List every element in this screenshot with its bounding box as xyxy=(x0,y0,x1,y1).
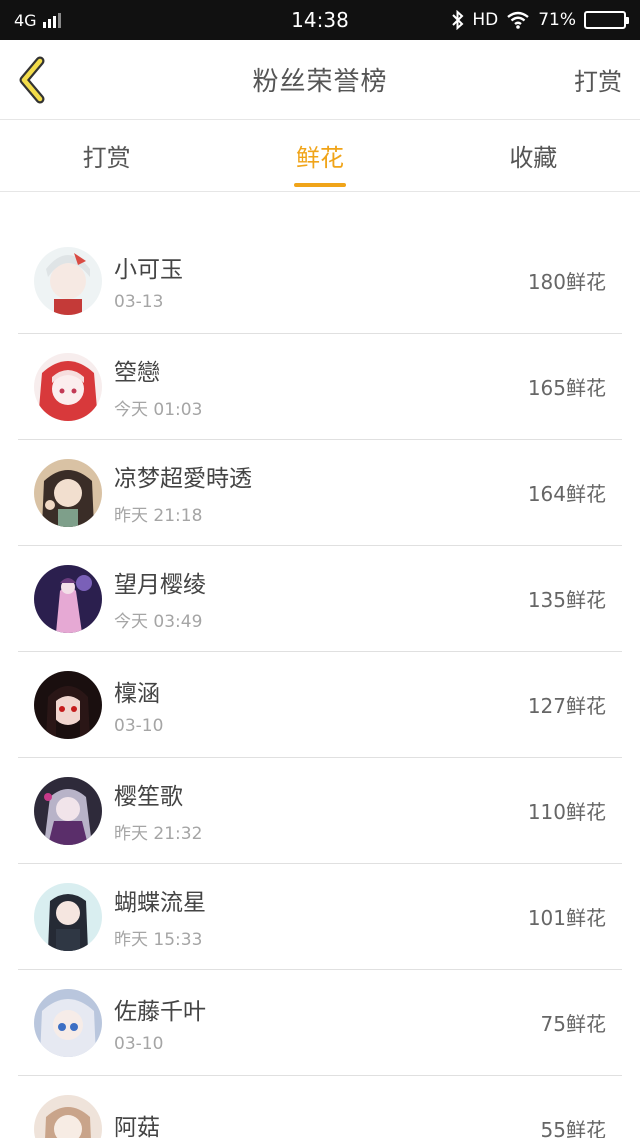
flower-count: 165鲜花 xyxy=(527,376,606,400)
avatar xyxy=(34,670,102,739)
avatar xyxy=(34,776,102,845)
list-item[interactable]: 檁涵 03-10 127鲜花 xyxy=(18,652,622,758)
fan-time: 昨天 15:33 xyxy=(114,930,203,950)
fan-time: 03-13 xyxy=(114,291,164,312)
nav-bar: 粉丝荣誉榜 打赏 xyxy=(0,40,640,120)
flower-count: 135鲜花 xyxy=(527,588,606,612)
fan-time: 今天 01:03 xyxy=(114,400,203,420)
list-item[interactable]: 望月樱绫 今天 03:49 135鲜花 xyxy=(18,546,622,652)
flower-count: 75鲜花 xyxy=(540,1012,606,1036)
tab-bar: 打赏 鲜花 收藏 xyxy=(0,120,640,192)
avatar xyxy=(34,352,102,421)
list-item[interactable]: 箜戀 今天 01:03 165鲜花 xyxy=(18,334,622,440)
fan-name: 檁涵 xyxy=(114,680,160,707)
battery-icon xyxy=(584,11,629,29)
list-item[interactable]: 凉梦超愛時透 昨天 21:18 164鲜花 xyxy=(18,440,622,546)
wifi-icon xyxy=(507,11,529,29)
battery-percent: 71% xyxy=(538,10,576,30)
fan-name: 小可玉 xyxy=(114,256,183,283)
avatar xyxy=(34,564,102,633)
chevron-left-icon xyxy=(19,56,45,103)
avatar xyxy=(34,1094,102,1138)
tab-tips[interactable]: 打赏 xyxy=(0,120,213,191)
list-item[interactable]: 佐藤千叶 03-10 75鲜花 xyxy=(18,970,622,1076)
flower-count: 164鲜花 xyxy=(527,482,606,506)
flower-count: 180鲜花 xyxy=(527,270,606,294)
tab-flowers[interactable]: 鲜花 xyxy=(213,120,426,191)
list-item[interactable]: 小可玉 03-13 180鲜花 xyxy=(18,228,622,334)
status-icons: HD 71% xyxy=(452,10,629,30)
bluetooth-icon xyxy=(452,10,464,30)
fan-time: 03-10 xyxy=(114,715,164,736)
back-button[interactable] xyxy=(16,55,56,105)
signal-icon xyxy=(42,12,61,28)
list-item[interactable]: 阿菇 55鲜花 xyxy=(18,1076,622,1138)
fan-name: 樱笙歌 xyxy=(114,784,183,810)
fan-name: 箜戀 xyxy=(114,360,160,386)
avatar xyxy=(34,458,102,527)
fan-name: 佐藤千叶 xyxy=(114,998,206,1025)
tip-action-button[interactable]: 打赏 xyxy=(574,62,622,97)
avatar xyxy=(34,882,102,951)
page-title: 粉丝荣誉榜 xyxy=(252,67,388,97)
fan-list: 小可玉 03-13 180鲜花 箜戀 今天 01:03 165鲜花 凉梦超愛時透… xyxy=(0,192,640,1138)
flower-count: 101鲜花 xyxy=(527,906,606,930)
fan-name: 阿菇 xyxy=(114,1114,160,1138)
network-indicator: 4G xyxy=(14,11,61,30)
fan-time: 03-10 xyxy=(114,1033,164,1054)
flower-count: 110鲜花 xyxy=(527,800,606,824)
flower-count: 127鲜花 xyxy=(527,694,606,718)
tab-favorites[interactable]: 收藏 xyxy=(427,120,640,191)
fan-name: 蝴蝶流星 xyxy=(114,890,206,916)
fan-time: 昨天 21:32 xyxy=(114,824,203,844)
network-type: 4G xyxy=(14,10,37,30)
list-item[interactable]: 蝴蝶流星 昨天 15:33 101鲜花 xyxy=(18,864,622,970)
avatar xyxy=(34,246,102,315)
avatar xyxy=(34,988,102,1057)
status-bar: 4G 14:38 HD 71% xyxy=(0,0,640,40)
fan-name: 望月樱绫 xyxy=(114,572,206,598)
fan-time: 今天 03:49 xyxy=(114,612,203,632)
hd-label: HD xyxy=(472,10,499,30)
fan-time: 昨天 21:18 xyxy=(114,506,203,526)
list-item[interactable]: 樱笙歌 昨天 21:32 110鲜花 xyxy=(18,758,622,864)
fan-name: 凉梦超愛時透 xyxy=(114,466,252,492)
flower-count: 55鲜花 xyxy=(540,1118,606,1138)
